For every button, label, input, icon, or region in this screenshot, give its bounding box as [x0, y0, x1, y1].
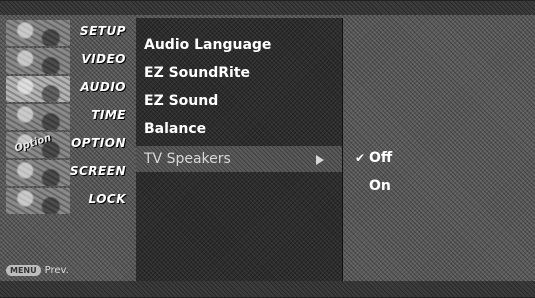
category-time[interactable]: TIME — [4, 103, 132, 131]
submenu-item-label: EZ Sound — [144, 93, 219, 109]
submenu-item-label: EZ SoundRite — [144, 65, 251, 81]
submenu-item-ez-sound[interactable]: EZ Sound — [144, 88, 334, 114]
arrow-right-icon — [316, 155, 324, 165]
category-video[interactable]: VIDEO — [4, 47, 132, 75]
option-label: On — [369, 178, 391, 194]
lock-thumb-icon — [6, 188, 70, 214]
submenu-item-label: Balance — [144, 121, 207, 137]
menu-key-icon: MENU — [6, 265, 41, 276]
category-label: LOCK — [88, 192, 126, 206]
time-thumb-icon — [6, 104, 70, 130]
top-strip — [0, 1, 535, 15]
category-screen[interactable]: SCREEN — [4, 159, 132, 187]
option-label: Off — [369, 150, 393, 166]
category-label: VIDEO — [81, 52, 126, 66]
submenu-item-ez-soundrite[interactable]: EZ SoundRite — [144, 60, 334, 86]
prev-hint[interactable]: MENU Prev. — [6, 265, 69, 276]
submenu-item-tv-speakers[interactable]: TV Speakers — [136, 146, 342, 172]
tv-speakers-options: ✔ Off On — [343, 18, 535, 282]
category-audio[interactable]: AUDIO — [4, 75, 132, 103]
submenu-item-label: TV Speakers — [144, 151, 231, 167]
option-off[interactable]: ✔ Off — [355, 146, 519, 170]
setup-thumb-icon — [6, 20, 70, 46]
category-label: SETUP — [79, 24, 126, 38]
category-label: OPTION — [71, 136, 126, 150]
option-on[interactable]: On — [369, 174, 519, 198]
tv-screen: SETUP VIDEO AUDIO TIME Option OPTION SCR… — [0, 0, 535, 298]
option-thumb-icon: Option — [6, 132, 70, 158]
category-menu: SETUP VIDEO AUDIO TIME Option OPTION SCR… — [4, 15, 132, 245]
category-label: TIME — [91, 108, 126, 122]
category-lock[interactable]: LOCK — [4, 187, 132, 215]
option-thumb-text: Option — [13, 132, 53, 155]
category-label: AUDIO — [80, 80, 126, 94]
submenu-item-label: Audio Language — [144, 37, 272, 53]
bottom-strip — [0, 281, 535, 297]
submenu-item-audio-language[interactable]: Audio Language — [144, 32, 334, 58]
prev-label: Prev. — [44, 265, 69, 276]
category-option[interactable]: Option OPTION — [4, 131, 132, 159]
category-label: SCREEN — [69, 164, 126, 178]
checkmark-icon: ✔ — [355, 151, 366, 165]
audio-submenu: Audio Language EZ SoundRite EZ Sound Bal… — [136, 18, 343, 282]
video-thumb-icon — [6, 48, 70, 74]
category-setup[interactable]: SETUP — [4, 19, 132, 47]
submenu-item-balance[interactable]: Balance — [144, 116, 334, 142]
screen-thumb-icon — [6, 160, 70, 186]
audio-thumb-icon — [6, 76, 70, 102]
